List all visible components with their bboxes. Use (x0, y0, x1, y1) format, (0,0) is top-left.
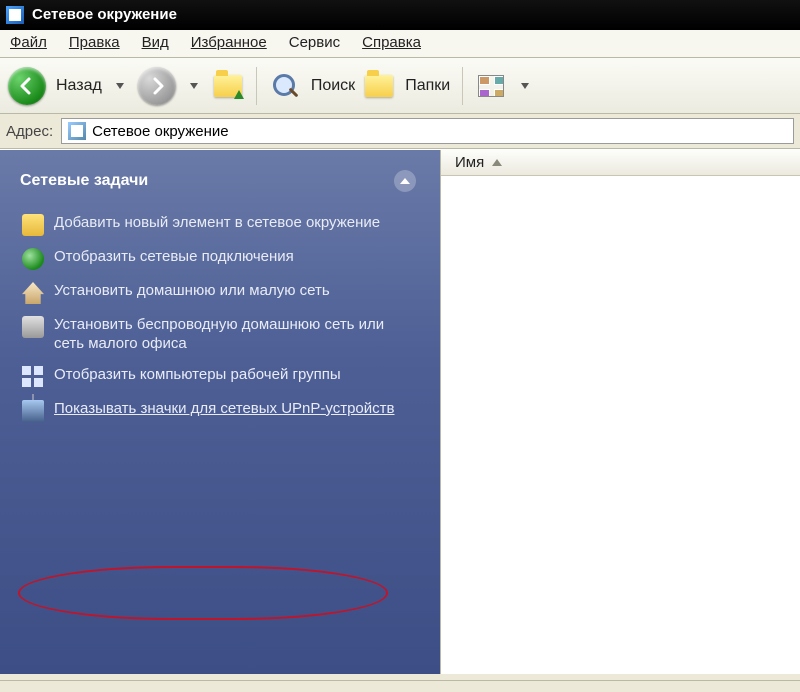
folder-up-icon (214, 75, 242, 97)
folders-label: Папки (405, 77, 450, 95)
menu-edit-label: Правка (69, 34, 120, 51)
workgroup-icon (22, 366, 44, 388)
menu-view-label: Вид (142, 34, 169, 51)
menu-service[interactable]: Сервис (289, 34, 340, 51)
separator (462, 67, 463, 105)
back-button[interactable] (8, 67, 46, 105)
task-label: Отобразить компьютеры рабочей группы (54, 366, 418, 385)
task-add-network-place[interactable]: Добавить новый элемент в сетевое окружен… (20, 208, 420, 242)
menu-help-label: Справка (362, 34, 421, 51)
connections-icon (22, 248, 44, 270)
menu-favorites[interactable]: Избранное (191, 34, 267, 51)
network-tasks-box: Сетевые задачи Добавить новый элемент в … (14, 164, 426, 438)
task-label: Установить беспроводную домашнюю сеть ил… (54, 316, 418, 354)
collapse-icon[interactable] (394, 170, 416, 192)
menu-edit[interactable]: Правка (69, 34, 120, 51)
column-header-name[interactable]: Имя (441, 150, 800, 176)
titlebar: Сетевое окружение (0, 0, 800, 30)
menu-help[interactable]: Справка (362, 34, 421, 51)
task-show-workgroup[interactable]: Отобразить компьютеры рабочей группы (20, 360, 420, 394)
menu-view[interactable]: Вид (142, 34, 169, 51)
column-name-label: Имя (455, 154, 484, 171)
task-label: Установить домашнюю или малую сеть (54, 282, 418, 301)
up-folder-button[interactable] (212, 70, 244, 102)
task-show-upnp-icons[interactable]: Показывать значки для сетевых UPnP-устро… (20, 394, 420, 428)
menu-service-label: Сервис (289, 34, 340, 51)
views-dropdown[interactable] (521, 83, 529, 89)
search-button[interactable] (269, 70, 301, 102)
content-area: Сетевые задачи Добавить новый элемент в … (0, 149, 800, 674)
task-setup-home-network[interactable]: Установить домашнюю или малую сеть (20, 276, 420, 310)
address-bar: Адрес: Сетевое окружение (0, 114, 800, 149)
list-view[interactable]: Имя (440, 150, 800, 674)
network-places-icon (68, 122, 86, 140)
back-dropdown[interactable] (116, 83, 124, 89)
arrow-right-icon (147, 76, 167, 96)
menu-file-label: Файл (10, 34, 47, 51)
task-setup-wireless[interactable]: Установить беспроводную домашнюю сеть ил… (20, 310, 420, 360)
search-icon (271, 72, 299, 100)
folder-icon (365, 75, 393, 97)
folders-button[interactable] (363, 70, 395, 102)
separator (256, 67, 257, 105)
add-place-icon (22, 214, 44, 236)
back-label: Назад (56, 77, 102, 95)
menubar: Файл Правка Вид Избранное Сервис Справка (0, 30, 800, 58)
search-label: Поиск (311, 77, 355, 95)
window-title: Сетевое окружение (32, 6, 177, 23)
address-label: Адрес: (6, 123, 53, 140)
network-tasks-title: Сетевые задачи (20, 172, 148, 190)
menu-file[interactable]: Файл (10, 34, 47, 51)
window-system-icon (6, 6, 24, 24)
arrow-left-icon (17, 76, 37, 96)
wireless-icon (22, 316, 44, 338)
task-label: Добавить новый элемент в сетевое окружен… (54, 214, 418, 233)
task-label: Показывать значки для сетевых UPnP-устро… (54, 400, 418, 419)
views-button[interactable] (475, 70, 507, 102)
toolbar: Назад Поиск Папки (0, 58, 800, 114)
forward-button[interactable] (138, 67, 176, 105)
address-input[interactable]: Сетевое окружение (61, 118, 794, 144)
menu-favorites-label: Избранное (191, 34, 267, 51)
network-tasks-header[interactable]: Сетевые задачи (14, 164, 426, 204)
network-tasks-list: Добавить новый элемент в сетевое окружен… (14, 204, 426, 438)
views-icon (478, 75, 504, 97)
home-network-icon (22, 282, 44, 304)
forward-dropdown[interactable] (190, 83, 198, 89)
task-label: Отобразить сетевые подключения (54, 248, 418, 267)
task-pane: Сетевые задачи Добавить новый элемент в … (0, 150, 440, 674)
sort-ascending-icon (492, 159, 502, 166)
status-bar (0, 680, 800, 692)
address-value: Сетевое окружение (92, 123, 229, 140)
upnp-icon (22, 400, 44, 422)
task-show-connections[interactable]: Отобразить сетевые подключения (20, 242, 420, 276)
